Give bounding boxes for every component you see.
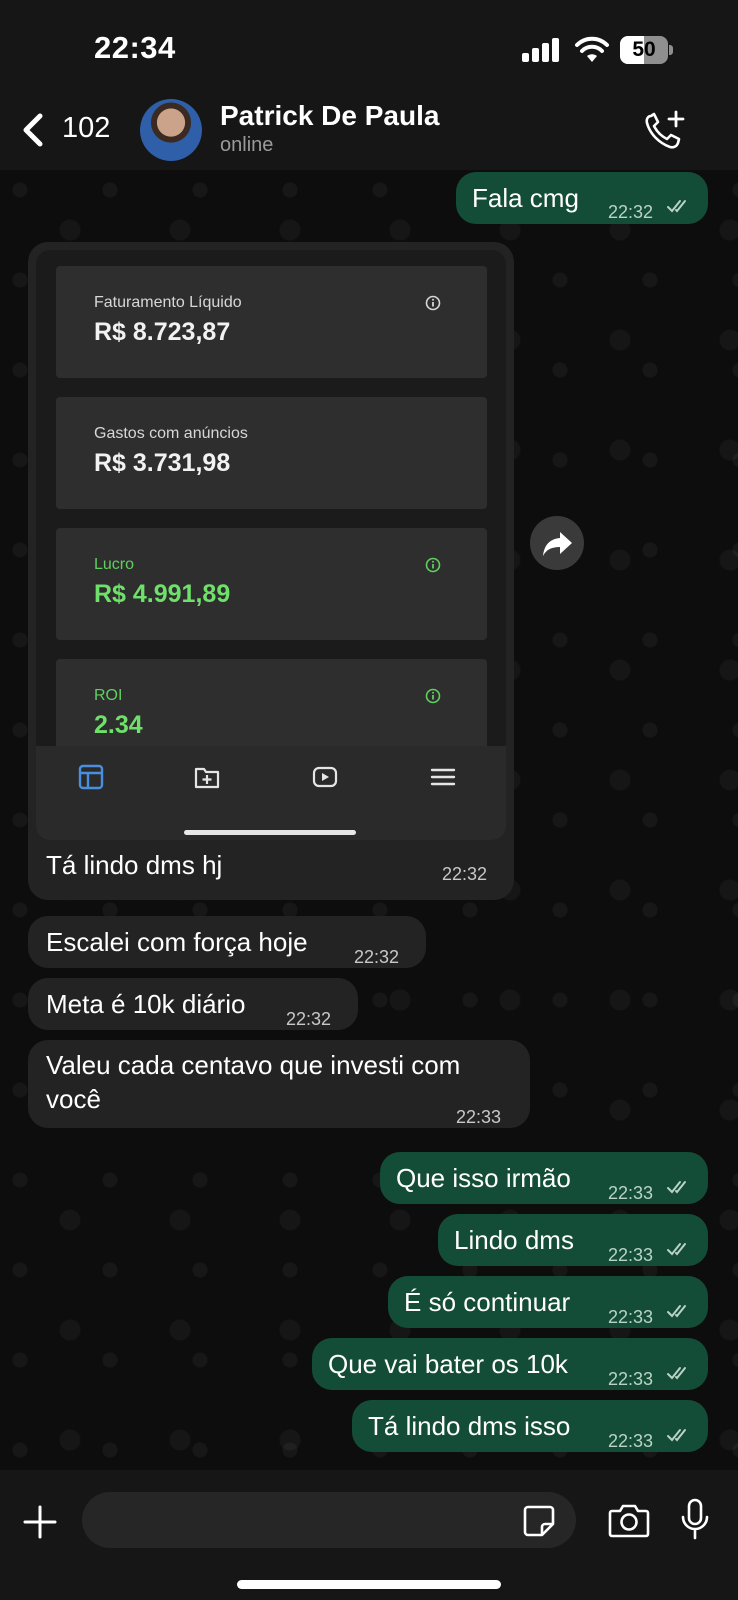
status-bar: 22:34 50 [0,0,738,92]
message-text: Que isso irmão [396,1163,571,1193]
message-time: 22:32 [286,1009,332,1029]
message-outgoing[interactable]: É só continuar 22:33 [388,1276,708,1328]
screenshot-image[interactable]: Faturamento Líquido R$ 8.723,87 Gastos c… [36,250,506,840]
double-check-icon [667,1305,686,1318]
home-indicator [237,1580,501,1589]
folder-plus-icon [194,767,220,789]
message-text: Escalei com força hoje [46,927,308,957]
message-text: Tá lindo dms isso [368,1411,571,1441]
chat-area[interactable]: Fala cmg 22:32 Faturamento Líquido R$ 8.… [0,170,738,1470]
chat-header: 102 Patrick De Paula online [0,92,738,170]
message-outgoing[interactable]: Fala cmg 22:32 [456,172,708,224]
message-time: 22:32 [608,202,654,222]
plus-icon[interactable] [22,1504,58,1540]
message-incoming[interactable]: Escalei com força hoje 22:32 [28,916,426,968]
dashboard-icon [78,764,104,790]
sticker-icon[interactable] [522,1504,556,1538]
metric-card: Gastos com anúncios R$ 3.731,98 [56,397,487,509]
message-time: 22:33 [608,1307,654,1327]
message-outgoing[interactable]: Que vai bater os 10k 22:33 [312,1338,708,1390]
double-check-icon [667,1243,686,1256]
message-text: Tá lindo dms hj [46,850,223,880]
mic-icon[interactable] [680,1498,710,1540]
message-outgoing[interactable]: Lindo dms 22:33 [438,1214,708,1266]
metric-value: R$ 4.991,89 [94,580,231,608]
metric-label: ROI [94,687,123,704]
message-time: 22:33 [608,1245,654,1265]
double-check-icon [667,1429,686,1442]
info-icon [425,688,441,704]
message-text: Lindo dms [454,1225,574,1255]
contact-name[interactable]: Patrick De Paula [220,100,439,132]
metric-card: Lucro R$ 4.991,89 [56,528,487,640]
message-time: 22:33 [608,1183,654,1203]
message-incoming[interactable]: Valeu cada centavo que investi com você … [28,1040,530,1128]
battery-icon: 50 [620,36,673,64]
metric-value: 2.34 [94,711,143,739]
camera-icon[interactable] [608,1502,650,1538]
metric-card: Faturamento Líquido R$ 8.723,87 [56,266,487,378]
metric-label: Faturamento Líquido [94,294,242,311]
message-time: 22:33 [456,1107,502,1127]
screenshot-tab-bar [36,746,506,840]
double-check-icon [667,200,686,213]
wifi-icon [575,36,609,62]
metric-value: R$ 3.731,98 [94,449,231,477]
double-check-icon [667,1367,686,1380]
contact-status: online [220,134,274,156]
message-outgoing[interactable]: Que isso irmão 22:33 [380,1152,708,1204]
metric-label: Gastos com anúncios [94,425,248,442]
back-unread-count[interactable]: 102 [62,112,110,145]
screenshot-home-indicator [184,830,356,835]
input-bar [0,1470,738,1600]
message-input[interactable] [82,1492,576,1548]
message-time: 22:33 [608,1369,654,1389]
message-text: Que vai bater os 10k [328,1349,568,1379]
metric-label: Lucro [94,556,135,573]
add-call-icon[interactable] [642,108,688,152]
menu-icon [430,768,456,786]
avatar[interactable] [140,99,202,161]
message-text: Valeu cada centavo que investi com você [46,1050,461,1114]
info-icon [425,557,441,573]
message-time: 22:33 [608,1431,654,1451]
signal-icon [522,38,562,62]
forward-icon [543,532,572,556]
forward-button[interactable] [530,516,584,570]
message-time: 22:32 [442,864,488,884]
message-text: Fala cmg [472,183,579,213]
battery-level: 50 [632,38,656,61]
info-icon [425,295,441,311]
double-check-icon [667,1181,686,1194]
message-text: É só continuar [404,1287,571,1317]
metric-value: R$ 8.723,87 [94,318,231,346]
status-time: 22:34 [94,30,176,65]
message-incoming[interactable]: Meta é 10k diário 22:32 [28,978,358,1030]
message-text: Meta é 10k diário [46,989,246,1019]
message-outgoing[interactable]: Tá lindo dms isso 22:33 [352,1400,708,1452]
play-icon [312,766,338,788]
message-time: 22:32 [354,947,400,967]
chevron-left-icon[interactable] [20,112,48,148]
image-message[interactable]: Faturamento Líquido R$ 8.723,87 Gastos c… [28,242,514,900]
